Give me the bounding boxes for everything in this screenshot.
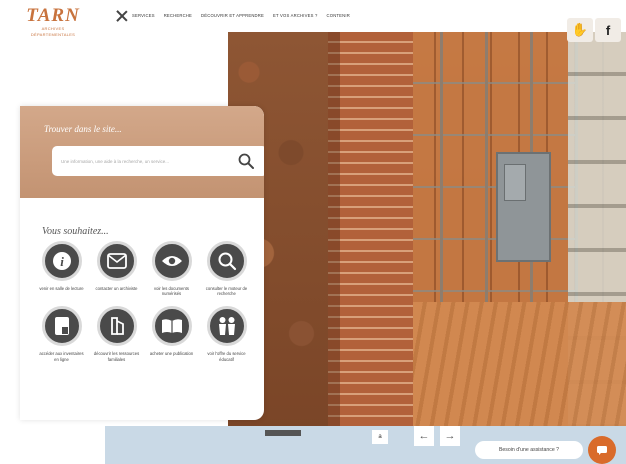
nav-item-contenir[interactable]: CONTENIR xyxy=(327,13,350,18)
action-reading-room[interactable]: i venir en salle de lecture xyxy=(34,241,89,296)
search-title: Trouver dans le site... xyxy=(44,124,122,134)
action-label: voir l'offre du service éducatif xyxy=(207,351,246,362)
action-online-inventories[interactable]: accéder aux inventaires en ligne xyxy=(34,306,89,362)
action-family-resources[interactable]: découvrir les ressources familiales xyxy=(89,306,144,362)
next-slide-button[interactable]: → xyxy=(440,426,460,446)
nav-item-vos-archives[interactable]: ET VOS ARCHIVES ? xyxy=(273,13,318,18)
hero-brick-pillar xyxy=(328,32,413,434)
action-label: contacter un archiviste xyxy=(95,286,138,291)
quick-actions: i venir en salle de lecture contacter un… xyxy=(34,241,254,362)
action-search-engine[interactable]: consulter le moteur de recherche xyxy=(199,241,254,296)
previous-slide-button[interactable]: ← xyxy=(414,426,434,446)
people-icon xyxy=(206,306,247,347)
chat-button[interactable] xyxy=(588,436,616,464)
main-nav: SERVICES RECHERCHE DÉCOUVRIR ET APPRENDR… xyxy=(132,13,350,18)
hand-icon[interactable]: ✋ xyxy=(567,18,593,42)
logo-subtitle-2: DÉPARTEMENTALES xyxy=(30,32,76,37)
wishes-title: Vous souhaitez... xyxy=(42,226,109,237)
book-icon xyxy=(151,306,192,347)
chat-icon xyxy=(597,446,607,455)
action-buy-publication[interactable]: acheter une publication xyxy=(144,306,199,361)
info-icon: i xyxy=(41,241,82,281)
hero-door xyxy=(496,152,551,262)
nav-item-decouvrir[interactable]: DÉCOUVRIR ET APPRENDRE xyxy=(201,13,264,18)
header: TARN ARCHIVES DÉPARTEMENTALES SERVICES R… xyxy=(0,0,626,64)
nav-item-recherche[interactable]: RECHERCHE xyxy=(164,13,192,18)
assistance-button[interactable]: Besoin d'une assistance ? xyxy=(475,441,583,459)
tablet-icon xyxy=(41,306,82,347)
social-links: ✋ f xyxy=(567,18,621,42)
search-input[interactable] xyxy=(52,146,264,176)
tools-icon xyxy=(96,306,137,347)
action-label: accéder aux inventaires en ligne xyxy=(39,351,84,362)
action-label: acheter une publication xyxy=(149,351,194,357)
action-label: voir les documents numérisés xyxy=(154,286,189,297)
mail-icon xyxy=(96,241,137,281)
nav-item-services[interactable]: SERVICES xyxy=(132,13,155,18)
site-logo[interactable]: TARN ARCHIVES DÉPARTEMENTALES xyxy=(22,6,84,64)
hero-window-grid xyxy=(398,32,578,302)
action-label: venir en salle de lecture xyxy=(39,286,84,291)
logo-wordmark: TARN xyxy=(26,5,80,26)
action-educational-service[interactable]: voir l'offre du service éducatif xyxy=(199,306,254,362)
action-label: consulter le moteur de recherche xyxy=(205,286,248,297)
page: TARN ARCHIVES DÉPARTEMENTALES SERVICES R… xyxy=(0,0,626,464)
eye-icon xyxy=(151,241,192,281)
action-contact-archivist[interactable]: contacter un archiviste xyxy=(89,241,144,296)
svg-text:i: i xyxy=(60,254,64,269)
bottom-divider xyxy=(265,430,301,436)
close-menu-icon[interactable] xyxy=(116,10,128,22)
quick-access-panel: Trouver dans le site... Vous souhaitez..… xyxy=(20,106,264,420)
action-digitized-documents[interactable]: voir les documents numérisés xyxy=(144,241,199,296)
magnifier-icon xyxy=(206,241,247,281)
action-label: découvrir les ressources familiales xyxy=(93,351,140,362)
search-icon[interactable] xyxy=(238,153,254,169)
hero-photo xyxy=(228,32,626,434)
slide-indicator[interactable]: a xyxy=(372,430,388,444)
facebook-icon[interactable]: f xyxy=(595,18,621,42)
